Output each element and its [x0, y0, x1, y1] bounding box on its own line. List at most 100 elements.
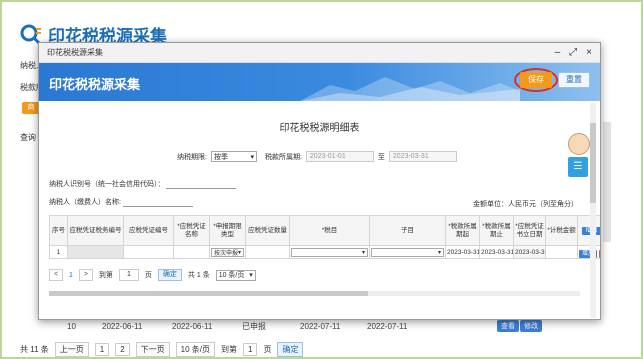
taxpayer-id-label: 纳税人识别号（统一社会信用代码）： — [49, 181, 165, 188]
bg-goto-input[interactable]: 1 — [243, 343, 258, 356]
sign-date-cell[interactable]: 2023-03-31 — [513, 245, 546, 259]
horizontal-scrollbar[interactable] — [49, 291, 580, 296]
dialog-pagination: < 1 > 到第 1 页 确定 共 1 条 10 条/页 ▾ — [49, 269, 256, 281]
tax-item-cell[interactable]: ▾ — [289, 245, 370, 259]
banner-title: 印花税税源采集 — [49, 77, 141, 92]
goto-page-input[interactable]: 1 — [118, 269, 139, 281]
app-window: 印花税税源采集 纳税人 税款所 商 查询 10 2022-06-11 2022-… — [0, 0, 643, 359]
voucher-name-input[interactable] — [173, 245, 210, 259]
col-tax-item: *税目 — [289, 215, 370, 246]
page-size-value: 10 条/页 — [218, 272, 245, 279]
row-no: 1 — [49, 245, 68, 259]
voucher-count-input[interactable] — [245, 245, 290, 259]
current-page[interactable]: 1 — [69, 272, 73, 279]
bg-scrollbar[interactable] — [603, 122, 611, 242]
dialog-window-title: 印花税税源采集 — [47, 48, 103, 57]
period-select-value: 按季 — [213, 153, 228, 161]
bg-goto-ok-button[interactable]: 确定 — [277, 342, 304, 357]
bg-row-date3: 2022-07-11 — [300, 321, 341, 331]
page-size-select[interactable]: 10 条/页 ▾ — [215, 269, 256, 281]
col-sub-item: 子目 — [369, 215, 446, 246]
chevron-down-icon: ▾ — [437, 249, 441, 256]
period-type-value: 按次申报 — [214, 250, 239, 257]
date-end-input[interactable]: 2023-03-31 — [388, 151, 457, 162]
bg-edit-button[interactable]: 修改 — [520, 320, 542, 332]
chevron-down-icon: ▾ — [361, 249, 365, 256]
assistant-avatar-icon[interactable] — [568, 133, 590, 155]
period-row: 纳税期限: 按季 ▾ 税款所属期: 2023-01-01 至 2023-03-3… — [177, 151, 457, 162]
bg-next-button[interactable]: 下一页 — [135, 342, 170, 357]
col-period-start: *税款所属期起 — [445, 215, 480, 246]
bg-page-1[interactable]: 1 — [94, 343, 110, 356]
detail-table: 序号 应税凭证税务编号 应税凭证编号 *应税凭证名称 *申报期限类型 应税凭证数… — [49, 215, 600, 259]
dialog-banner: 印花税税源采集 保存 重置 — [39, 63, 600, 101]
bg-page-unit: 页 — [263, 345, 272, 354]
dialog-titlebar: 印花税税源采集 – ⤢ × — [39, 43, 600, 63]
chevron-down-icon: ▾ — [249, 272, 253, 279]
table-row: 1 按次申报 ▾ ▾ ▾ 2023-03-31 2023-03-31 2023-… — [49, 245, 600, 259]
bg-table-label: 查询 — [20, 133, 36, 142]
bg-page-size[interactable]: 10 条/页 — [175, 342, 215, 357]
period-type-cell[interactable]: 按次申报 ▾ — [209, 245, 246, 259]
bg-row-date1: 2022-06-11 — [102, 321, 143, 331]
row-actions: 增加 删除 — [577, 245, 600, 259]
form-heading: 印花税税源明细表 — [279, 123, 360, 134]
sub-item-cell[interactable]: ▾ — [369, 245, 446, 259]
taxpayer-name-row: 纳税人（缴费人）名称: — [49, 197, 193, 207]
col-no: 序号 — [49, 215, 68, 246]
taxpayer-id-row: 纳税人识别号（统一社会信用代码）： — [49, 179, 237, 189]
row-delete-button[interactable]: 删除 — [598, 249, 600, 258]
amount-unit: 金额单位：人民币元（列至角分） — [473, 201, 578, 208]
period-label: 纳税期限: — [177, 153, 207, 161]
prev-page-icon[interactable]: < — [49, 269, 63, 281]
chevron-down-icon: ▾ — [238, 249, 242, 256]
period-end-cell[interactable]: 2023-03-31 — [479, 245, 514, 259]
col-voucher-name: *应税凭证名称 — [173, 215, 210, 246]
period-select[interactable]: 按季 ▾ — [210, 151, 257, 162]
bg-goto-label: 到第 — [221, 345, 237, 354]
goto-label: 到第 — [98, 272, 113, 279]
bg-pagination: 共 11 条 上一页 1 2 下一页 10 条/页 到第 1 页 确定 — [20, 342, 304, 357]
col-voucher-no: 应税凭证编号 — [123, 215, 174, 246]
col-add-header: 增加 — [577, 215, 600, 246]
col-taxable-amount: *计税金额 — [545, 215, 578, 246]
bg-row-date4: 2022-07-11 — [367, 321, 408, 331]
col-period-type: *申报期限类型 — [209, 215, 246, 246]
col-voucher-count: 应税凭证数量 — [245, 215, 290, 246]
bg-row-date2: 2022-06-11 — [172, 321, 213, 331]
date-to-label: 至 — [377, 153, 385, 161]
taxpayer-name-label: 纳税人（缴费人）名称: — [49, 199, 121, 206]
bg-prev-button[interactable]: 上一页 — [54, 342, 89, 357]
bg-table-row: 10 2022-06-11 2022-06-11 已申报 2022-07-11 … — [22, 318, 617, 334]
close-icon[interactable]: × — [586, 47, 592, 58]
restore-icon[interactable]: ⤢ — [569, 47, 577, 58]
dialog-body: 印花税税源明细表 纳税期限: 按季 ▾ 税款所属期: 2023-01-01 至 … — [39, 101, 600, 320]
minimize-icon[interactable]: – — [555, 47, 561, 58]
col-sign-date: *应税凭证书立日期 — [513, 215, 546, 246]
col-period-end: *税款所属期止 — [479, 215, 514, 246]
period-start-cell[interactable]: 2023-03-31 — [445, 245, 480, 259]
date-start-input[interactable]: 2023-01-01 — [305, 151, 374, 162]
table-header-row: 序号 应税凭证税务编号 应税凭证编号 *应税凭证名称 *申报期限类型 应税凭证数… — [49, 215, 600, 246]
col-voucher-tax-no: 应税凭证税务编号 — [67, 215, 124, 246]
source-collection-dialog: 印花税税源采集 – ⤢ × 印花税税源采集 保存 重置 印花税税源明细表 纳税期… — [38, 42, 601, 320]
taxpayer-name-value — [122, 199, 193, 207]
taxable-amount-input[interactable] — [545, 245, 578, 259]
goto-ok-button[interactable]: 确定 — [157, 269, 182, 281]
voucher-no-input[interactable] — [123, 245, 174, 259]
bg-row-no: 10 — [67, 321, 76, 331]
taxpayer-id-value — [166, 181, 237, 189]
mountain-decoration — [300, 77, 520, 101]
bg-view-button[interactable]: 查看 — [497, 320, 519, 332]
bg-page-2[interactable]: 2 — [115, 343, 130, 356]
page-unit: 页 — [144, 272, 152, 279]
save-button[interactable]: 保存 — [520, 72, 552, 88]
next-page-icon[interactable]: > — [78, 269, 93, 281]
voucher-tax-no-cell — [67, 245, 124, 259]
vertical-scrollbar[interactable] — [590, 103, 596, 318]
reset-button[interactable]: 重置 — [558, 72, 590, 88]
belong-period-label: 税款所属期: — [264, 153, 302, 161]
form-helper-icon[interactable]: ☰ — [568, 157, 588, 177]
bg-row-status: 已申报 — [242, 321, 266, 331]
chevron-down-icon: ▾ — [250, 153, 254, 161]
